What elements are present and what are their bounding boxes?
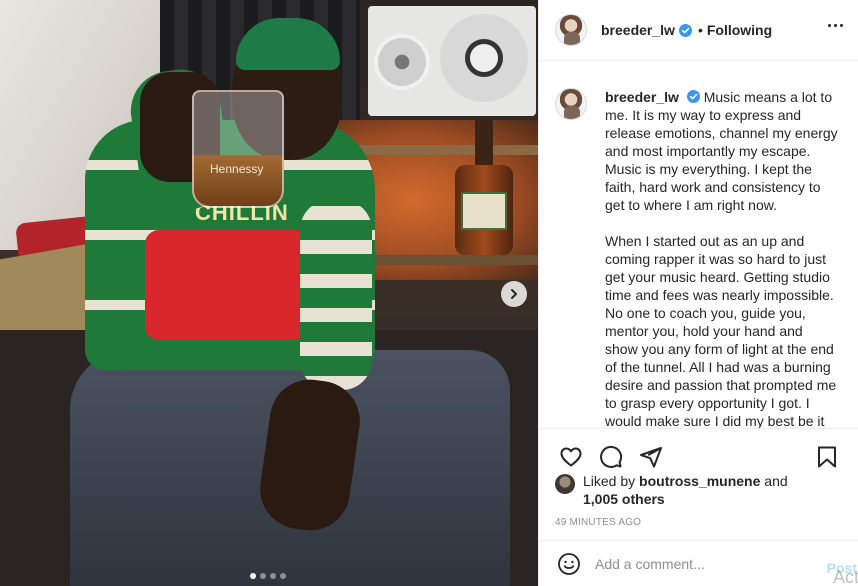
caption-text: breeder_lw Music means a lot to me. It i… [605,88,838,428]
like-heart-icon[interactable] [551,437,591,477]
sweater-sleeve [300,200,372,390]
save-bookmark-icon[interactable] [807,437,847,477]
carousel-dot-active [250,573,256,579]
following-button[interactable]: Following [707,22,772,38]
share-paper-plane-icon[interactable] [631,437,671,477]
more-options-icon[interactable] [828,24,843,27]
comment-bar: Post Acti [539,540,858,586]
caption-paragraph: breeder_lw Music means a lot to me. It i… [605,88,838,214]
liker-avatar[interactable] [555,474,575,494]
post-sidebar: breeder_lw • Following breeder_lw Music … [538,0,858,586]
liker-username[interactable]: boutross_munene [639,473,760,489]
likes-text: Liked by boutross_munene and 1,005 other… [583,472,788,508]
speaker-woofer [440,14,528,102]
glass-text: Hennessy [210,162,264,176]
sweater-graphic [145,230,315,340]
cognac-bottle [455,120,513,255]
whiskey-glass: Hennessy [192,90,284,208]
post-timestamp[interactable]: 49 MINUTES AGO [555,517,641,528]
speaker-tweeter [374,34,430,90]
chevron-right-icon [511,289,517,299]
likes-and: and [764,473,788,489]
verified-badge-icon [686,90,700,103]
activate-windows-overlay: Acti [832,567,858,586]
studio-speaker [368,6,536,116]
shelf [360,255,538,265]
bottle-neck [475,120,493,170]
emoji-icon[interactable] [555,550,583,578]
carousel-dot [280,573,286,579]
carousel-dot [270,573,276,579]
caption-body-1: Music means a lot to me. It is my way to… [605,89,838,213]
carousel-dot [260,573,266,579]
likes-prefix: Liked by [583,473,636,489]
comment-input[interactable] [595,555,815,572]
header-username[interactable]: breeder_lw [601,22,675,38]
avatar[interactable] [555,14,587,46]
caption-username[interactable]: breeder_lw [605,89,679,105]
caption-paragraph: When I started out as an up and coming r… [605,233,837,428]
separator-bullet: • [697,22,703,38]
post-actions [539,428,858,476]
avatar[interactable] [555,88,587,120]
post-photo[interactable]: CHILLIN Hennessy [0,0,538,586]
post-header: breeder_lw • Following [539,0,858,61]
likes-others-link[interactable]: 1,005 others [583,491,665,507]
likes-summary: Liked by boutross_munene and 1,005 other… [555,472,845,508]
bottle-label [461,192,507,230]
carousel-next-button[interactable] [501,281,527,307]
caption-section: breeder_lw Music means a lot to me. It i… [539,61,858,428]
carousel-dots [250,573,286,579]
verified-badge-icon [678,23,692,37]
comment-bubble-icon[interactable] [591,437,631,477]
